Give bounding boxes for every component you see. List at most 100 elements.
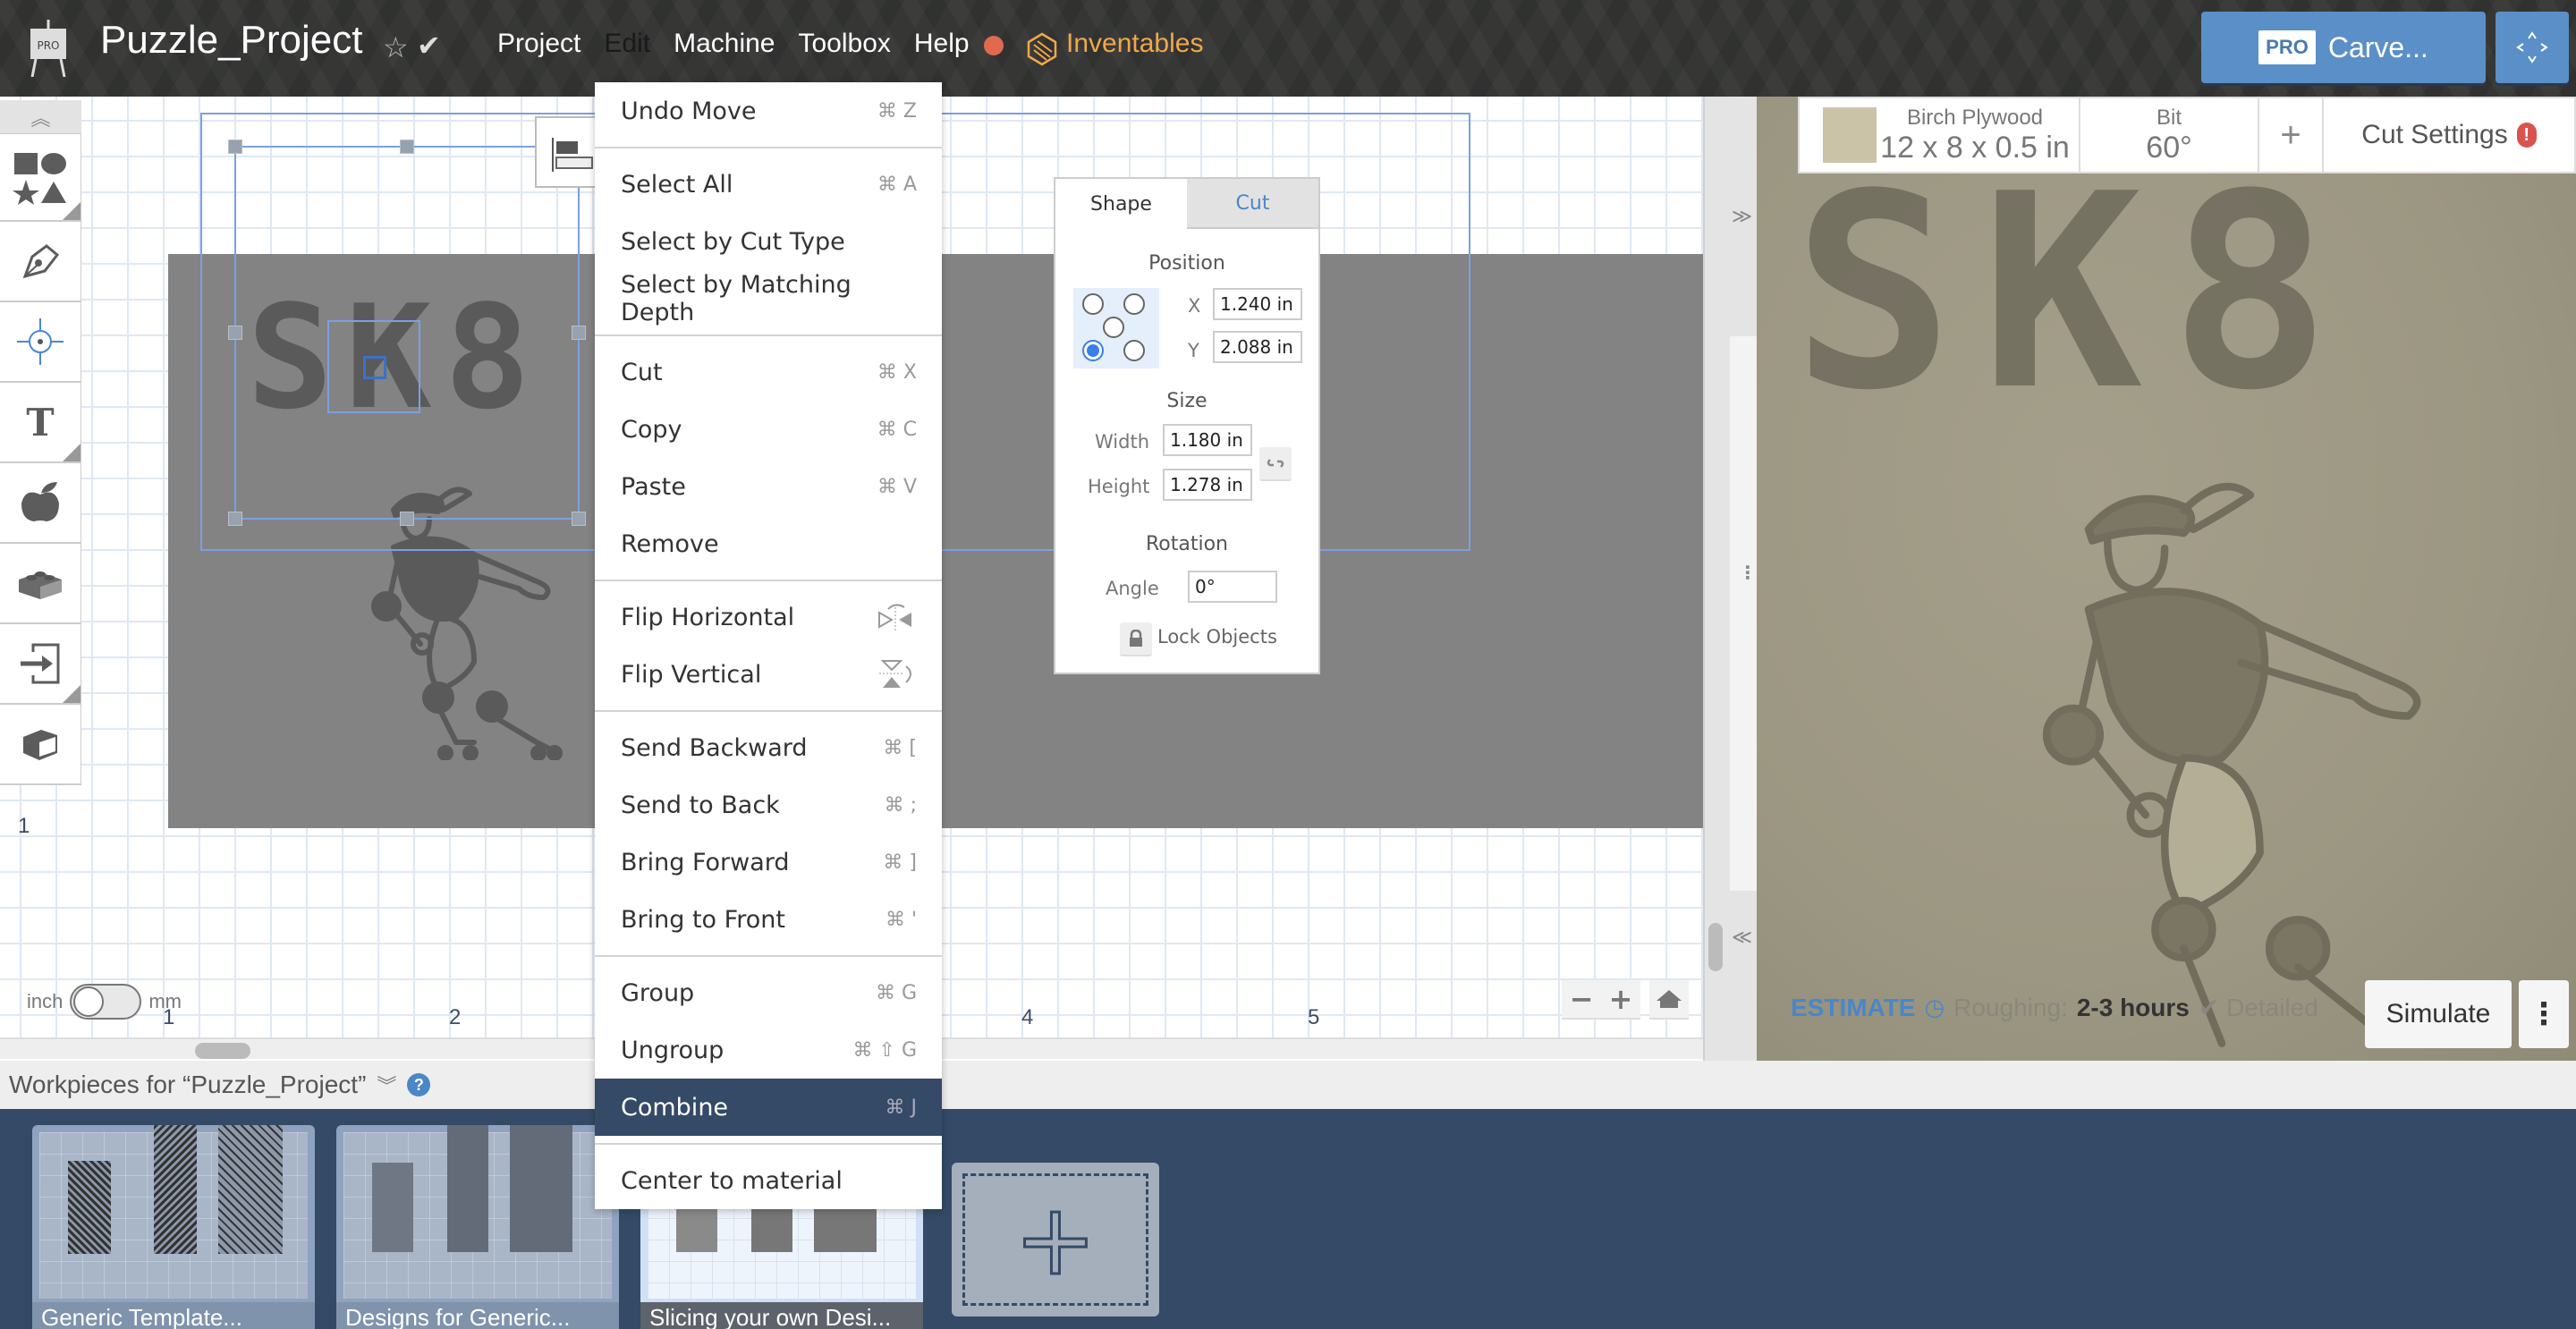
workpiece-card[interactable]: Generic Template... — [32, 1125, 315, 1329]
more-options-button[interactable]: ⋮ — [2519, 980, 2569, 1048]
menu-item-send-to-back[interactable]: Send to Back ⌘ ; — [595, 776, 942, 834]
unit-inch-label: inch — [27, 990, 64, 1012]
menu-item-flip-vertical[interactable]: Flip Vertical — [595, 646, 942, 703]
menu-help[interactable]: Help — [914, 29, 970, 59]
menu-item-bring-to-front[interactable]: Bring to Front ⌘ ' — [595, 891, 942, 948]
resize-handle[interactable] — [572, 512, 586, 526]
carve-label: Carve... — [2327, 30, 2428, 63]
clock-icon: ◷ — [1924, 994, 1945, 1020]
tool-point[interactable] — [0, 302, 81, 383]
resize-handle[interactable] — [228, 140, 242, 154]
detailed-label[interactable]: ✔ Detailed — [2199, 993, 2318, 1022]
project-title[interactable]: Puzzle_Project — [100, 18, 362, 63]
resize-handle[interactable] — [228, 326, 242, 340]
inner-selection-box — [327, 320, 420, 413]
expand-view-button[interactable] — [2496, 12, 2569, 83]
resize-handle[interactable] — [572, 326, 586, 340]
menu-item-select-by-cut-type[interactable]: Select by Cut Type — [595, 213, 942, 270]
tab-shape[interactable]: Shape — [1055, 179, 1187, 229]
add-bit-button[interactable]: + — [2259, 98, 2324, 172]
y-position-input[interactable]: 2.088 in — [1213, 331, 1302, 363]
align-tool-button[interactable] — [535, 116, 597, 188]
anchor-top-left[interactable] — [1082, 293, 1104, 315]
menu-item-send-backward[interactable]: Send Backward ⌘ [ — [595, 719, 942, 776]
zoom-out-button[interactable]: − — [1570, 982, 1594, 1016]
menu-machine[interactable]: Machine — [674, 29, 775, 59]
width-input[interactable]: 1.180 in — [1163, 424, 1252, 456]
menu-item-group[interactable]: Group ⌘ G — [595, 964, 942, 1021]
menu-item-flip-horizontal[interactable]: Flip Horizontal — [595, 588, 942, 646]
menu-edit[interactable]: Edit — [604, 29, 650, 59]
inventables-logo-icon[interactable] — [1027, 32, 1057, 66]
menu-item-center-to-material[interactable]: Center to material — [595, 1152, 942, 1209]
unit-toggle: inch mm — [27, 984, 182, 1020]
anchor-center[interactable] — [1103, 317, 1124, 338]
add-workpiece-button[interactable]: + — [952, 1163, 1159, 1316]
angle-input[interactable]: 0° — [1188, 571, 1277, 603]
warning-icon: ! — [2516, 123, 2537, 148]
tool-shapes[interactable] — [0, 134, 81, 222]
x-position-input[interactable]: 1.240 in — [1213, 288, 1302, 320]
resize-handle[interactable] — [400, 512, 414, 526]
unit-switch[interactable] — [70, 984, 142, 1020]
tool-apps[interactable] — [0, 544, 81, 624]
tool-icon-library[interactable] — [0, 463, 81, 544]
tool-3d-model[interactable] — [0, 705, 81, 785]
tool-import[interactable] — [0, 624, 81, 705]
expand-right-icon[interactable]: ≫ — [1732, 206, 1752, 228]
menu-toolbox[interactable]: Toolbox — [798, 29, 890, 59]
cut-settings-button[interactable]: Cut Settings ! — [2324, 98, 2574, 172]
estimate-label[interactable]: ESTIMATE — [1791, 994, 1915, 1022]
lock-objects-button[interactable] — [1120, 622, 1152, 656]
inventables-link[interactable]: Inventables — [1066, 29, 1203, 59]
easel-logo-icon[interactable]: PRO — [27, 20, 70, 77]
expand-left-icon[interactable]: ≪ — [1732, 927, 1752, 949]
tab-cut[interactable]: Cut — [1187, 179, 1318, 229]
favorite-star-icon[interactable]: ☆ — [383, 30, 409, 64]
y-label: Y — [1188, 340, 1199, 361]
roughing-label: Roughing: — [1953, 993, 2068, 1021]
thumb-piece — [68, 1161, 111, 1254]
workpiece-title: Slicing your own Desi... — [640, 1302, 923, 1329]
toolbox-collapse-button[interactable]: ︽ — [0, 100, 81, 134]
tool-pen[interactable] — [0, 222, 81, 302]
menu-separator — [595, 334, 942, 336]
menu-item-combine[interactable]: Combine ⌘ J — [595, 1079, 942, 1136]
vertical-scrollbar-thumb[interactable] — [1708, 923, 1723, 971]
menu-item-select-all[interactable]: Select All ⌘ A — [595, 156, 942, 213]
menu-item-paste[interactable]: Paste ⌘ V — [595, 458, 942, 515]
anchor-bottom-left[interactable] — [1082, 340, 1104, 361]
workpieces-title[interactable]: Workpieces for “Puzzle_Project” — [9, 1071, 366, 1099]
workpieces-help-icon[interactable]: ? — [407, 1073, 431, 1096]
3d-preview[interactable]: SK8 — [1757, 97, 2576, 1061]
carve-button[interactable]: PRO Carve... — [2201, 12, 2486, 83]
resize-handle[interactable] — [228, 512, 242, 526]
size-title: Size — [1166, 390, 1208, 412]
menu-item-bring-forward[interactable]: Bring Forward ⌘ ] — [595, 834, 942, 891]
scrollbar-thumb[interactable] — [195, 1043, 250, 1059]
menu-item-ungroup[interactable]: Ungroup ⌘ ⇧ G — [595, 1021, 942, 1079]
height-input[interactable]: 1.278 in — [1163, 469, 1252, 501]
preview-design-text: SK8 — [1792, 137, 2358, 449]
zoom-in-button[interactable]: + — [1609, 982, 1633, 1016]
menu-item-undo-move[interactable]: Undo Move ⌘ Z — [595, 82, 942, 140]
menu-item-select-by-matching-depth[interactable]: Select by Matching Depth — [595, 270, 942, 327]
resize-handle[interactable] — [400, 140, 414, 154]
tool-text[interactable]: T — [0, 383, 81, 463]
collapse-chevron-icon[interactable]: ︾ — [377, 1071, 396, 1099]
menu-project[interactable]: Project — [497, 29, 580, 59]
panel-resize-grip[interactable] — [1730, 336, 1757, 891]
anchor-top-right[interactable] — [1123, 293, 1145, 315]
proportion-lock-button[interactable] — [1259, 447, 1292, 481]
workpiece-card[interactable]: Designs for Generic... — [336, 1125, 619, 1329]
simulate-button[interactable]: Simulate — [2365, 980, 2512, 1048]
bit-selector[interactable]: Bit 60° — [2080, 98, 2259, 172]
menu-item-label: Undo Move — [621, 97, 757, 125]
reset-view-button[interactable] — [1649, 980, 1689, 1020]
menu-item-label: Select All — [621, 170, 733, 199]
menu-item-cut[interactable]: Cut ⌘ X — [595, 343, 942, 401]
menu-item-copy[interactable]: Copy ⌘ C — [595, 401, 942, 458]
anchor-bottom-right[interactable] — [1123, 340, 1145, 361]
material-selector[interactable]: Birch Plywood 12 x 8 x 0.5 in — [1800, 98, 2080, 172]
menu-item-remove[interactable]: Remove — [595, 515, 942, 572]
